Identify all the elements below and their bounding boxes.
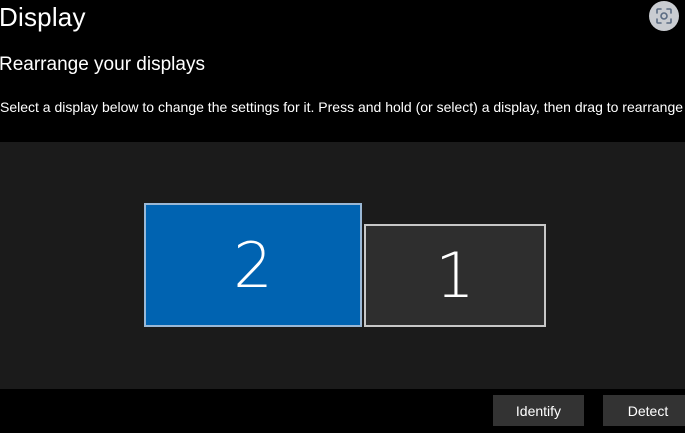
detect-button[interactable]: Detect (603, 395, 685, 426)
display-1-tile[interactable]: 1 (364, 224, 546, 327)
section-heading: Rearrange your displays (0, 54, 205, 75)
display-arrangement-canvas[interactable]: 2 1 (0, 142, 685, 389)
focus-mode-button[interactable] (649, 1, 679, 31)
rearrange-description: Select a display below to change the set… (0, 99, 685, 115)
display-2-tile[interactable]: 2 (144, 203, 362, 327)
display-2-number: 2 (233, 228, 273, 302)
focus-scan-icon (656, 8, 672, 24)
identify-button[interactable]: Identify (493, 395, 584, 426)
display-settings-page: Display Rearrange your displays Select a… (0, 0, 685, 433)
display-1-number: 1 (435, 239, 475, 312)
page-title: Display (0, 2, 86, 32)
